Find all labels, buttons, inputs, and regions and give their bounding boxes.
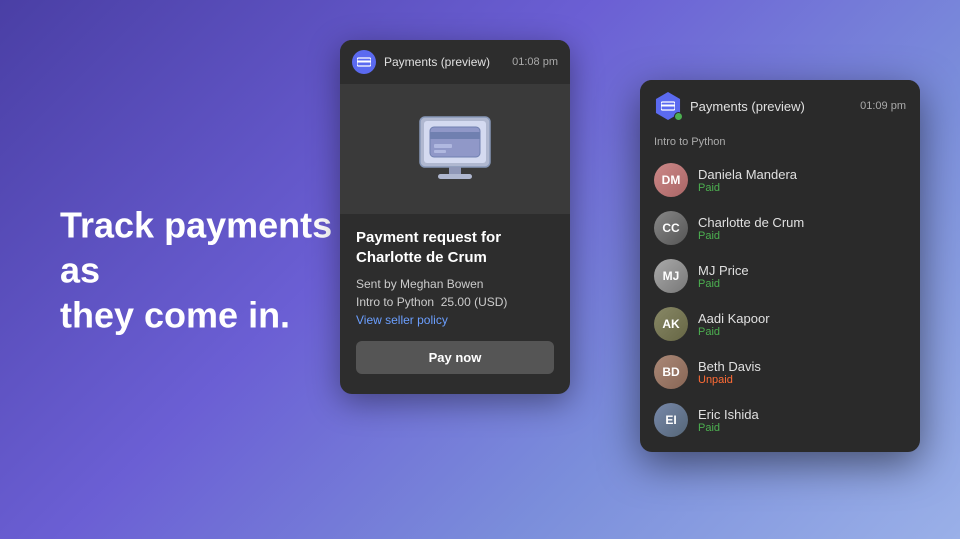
participant-name: Aadi Kapoor [698,311,770,326]
participant-avatar: DM [654,163,688,197]
participant-name: Charlotte de Crum [698,215,804,230]
participant-status: Paid [698,326,770,338]
hero-line1: Track payments as [60,204,332,290]
pay-now-button[interactable]: Pay now [356,341,554,374]
participant-row: AK Aadi KapoorPaid [640,300,920,348]
cards-area: Payments (preview) 01:08 pm Payment requ… [340,30,920,510]
payments-list-card: Payments (preview) 01:09 pm Intro to Pyt… [640,80,920,452]
back-card-time: 01:08 pm [512,56,558,68]
participant-avatar: AK [654,307,688,341]
participant-status: Paid [698,182,797,194]
front-card-header: Payments (preview) 01:09 pm [640,80,920,132]
participant-name: Daniela Mandera [698,167,797,182]
participant-info: Daniela ManderaPaid [698,167,797,194]
participant-avatar: MJ [654,259,688,293]
participant-status: Paid [698,230,804,242]
participant-row: MJ MJ PricePaid [640,252,920,300]
payment-request-title: Payment request for Charlotte de Crum [356,228,554,267]
participant-name: MJ Price [698,263,749,278]
sent-by: Sent by Meghan Bowen [356,277,554,291]
back-card-header: Payments (preview) 01:08 pm [340,40,570,84]
participant-row: DM Daniela ManderaPaid [640,156,920,204]
participant-info: Eric IshidaPaid [698,407,759,434]
participant-avatar: BD [654,355,688,389]
payment-request-card: Payments (preview) 01:08 pm Payment requ… [340,40,570,394]
online-indicator [674,112,683,121]
participant-info: Charlotte de CrumPaid [698,215,804,242]
participant-info: Beth DavisUnpaid [698,359,761,386]
payments-icon-back [352,50,376,74]
hero-text: Track payments as they come in. [60,202,340,337]
course-label: Intro to Python [640,132,920,156]
participant-status: Unpaid [698,374,761,386]
participant-list: DMDaniela ManderaPaidCCCharlotte de Crum… [640,156,920,452]
participant-avatar: EI [654,403,688,437]
course-amount: Intro to Python 25.00 (USD) [356,295,554,309]
participant-row: EI Eric IshidaPaid [640,396,920,444]
participant-status: Paid [698,278,749,290]
participant-info: Aadi KapoorPaid [698,311,770,338]
back-card-content: Payment request for Charlotte de Crum Se… [340,214,570,394]
participant-info: MJ PricePaid [698,263,749,290]
payments-icon-front [654,92,682,120]
participant-row: CC Charlotte de CrumPaid [640,204,920,252]
participant-avatar: CC [654,211,688,245]
front-card-title: Payments (preview) [690,99,805,114]
participant-status: Paid [698,422,759,434]
participant-row: BD Beth DavisUnpaid [640,348,920,396]
hero-line2: they come in. [60,294,290,335]
view-policy-link[interactable]: View seller policy [356,313,554,327]
card-illustration [340,84,570,214]
participant-name: Beth Davis [698,359,761,374]
front-card-time: 01:09 pm [860,100,906,112]
back-card-title: Payments (preview) [384,55,490,69]
participant-name: Eric Ishida [698,407,759,422]
